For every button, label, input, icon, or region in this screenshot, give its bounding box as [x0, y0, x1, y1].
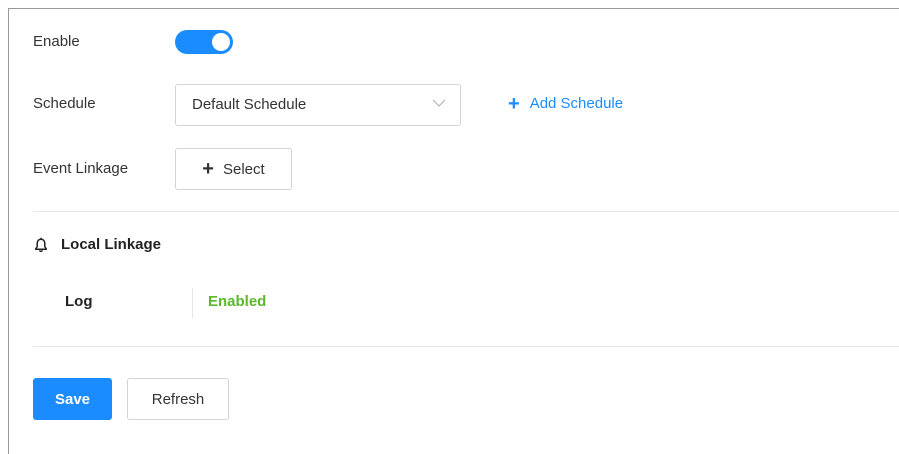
chevron-down-icon	[432, 99, 446, 107]
column-separator	[192, 288, 193, 318]
local-linkage-heading: Local Linkage	[33, 236, 161, 253]
select-button-label: Select	[222, 160, 265, 178]
refresh-button[interactable]: Refresh	[127, 378, 229, 420]
divider	[33, 346, 899, 347]
divider	[33, 211, 899, 212]
log-status[interactable]: Enabled	[208, 293, 266, 310]
event-linkage-select-button[interactable]: + Select	[175, 148, 292, 190]
schedule-select[interactable]: Default Schedule	[175, 84, 461, 126]
schedule-label: Schedule	[33, 95, 96, 112]
log-label: Log	[65, 293, 93, 310]
event-linkage-label: Event Linkage	[33, 160, 129, 177]
plus-icon: +	[508, 92, 520, 115]
schedule-select-value: Default Schedule	[192, 96, 307, 113]
save-button[interactable]: Save	[33, 378, 112, 420]
enable-label: Enable	[33, 33, 80, 50]
add-schedule-link[interactable]: + Add Schedule	[508, 92, 624, 115]
enable-toggle[interactable]	[175, 30, 233, 54]
local-linkage-title: Local Linkage	[61, 236, 162, 253]
add-schedule-label: Add Schedule	[529, 95, 624, 112]
toggle-knob	[212, 33, 230, 51]
bell-icon	[34, 237, 48, 252]
plus-icon: +	[202, 158, 214, 180]
